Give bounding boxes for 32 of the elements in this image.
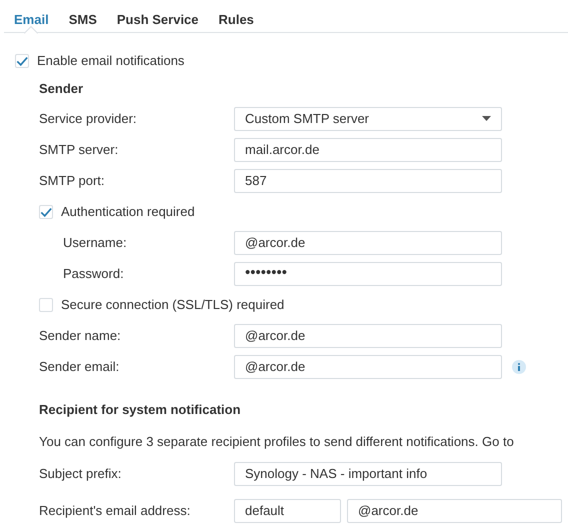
description-text: You can configure 3 separate recipient profiles to send different notifications. Go to xyxy=(39,433,515,451)
section-heading: Recipient for system notification xyxy=(39,401,242,419)
checkbox-label: Secure connection (SSL/TLS) required xyxy=(61,296,284,314)
input-field[interactable]: 587 xyxy=(234,168,502,192)
checkbox[interactable] xyxy=(39,204,53,218)
input-field[interactable]: @arcor.de xyxy=(347,498,562,522)
input-field[interactable]: @arcor.de xyxy=(234,324,502,348)
section-heading: Sender xyxy=(39,80,84,98)
checkbox[interactable] xyxy=(15,54,29,68)
field-label: Username: xyxy=(62,234,128,252)
tab[interactable]: Push Service xyxy=(116,0,199,32)
field-label: SMTP port: xyxy=(39,172,106,190)
input-field[interactable]: default xyxy=(234,498,341,522)
field-label: SMTP server: xyxy=(39,140,120,159)
checkbox[interactable] xyxy=(39,298,53,312)
tab[interactable]: SMS xyxy=(68,0,97,32)
input-field[interactable]: @arcor.de xyxy=(234,354,502,378)
checkbox-label: Authentication required xyxy=(61,202,195,221)
field-label: Subject prefix: xyxy=(39,464,122,483)
dropdown[interactable]: Custom SMTP server xyxy=(234,106,502,130)
input-field[interactable]: mail.arcor.de xyxy=(234,138,502,162)
field-label: Password: xyxy=(62,264,125,283)
caret-icon xyxy=(482,116,491,121)
tab[interactable]: Rules xyxy=(218,0,254,32)
password-field[interactable]: •••••••• xyxy=(234,262,502,286)
checkbox-label: Enable email notifications xyxy=(37,52,184,70)
field-label: Sender email: xyxy=(39,358,120,376)
field-label: Recipient's email address: xyxy=(39,502,192,520)
input-field[interactable]: Synology - NAS - important info xyxy=(234,462,502,486)
field-label: Service provider: xyxy=(39,110,138,128)
field-label: Sender name: xyxy=(39,326,122,345)
input-field[interactable]: @arcor.de xyxy=(234,230,502,254)
